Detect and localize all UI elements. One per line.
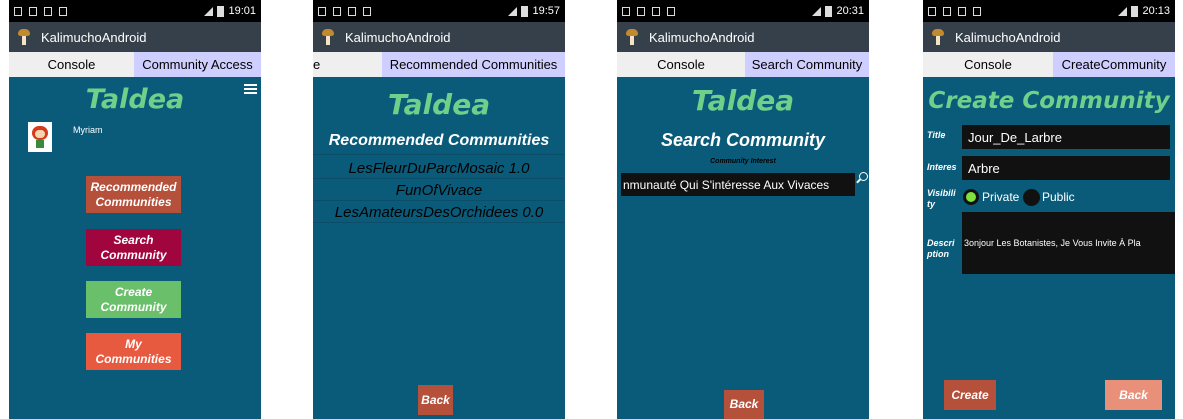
description-label: Descri ption	[927, 238, 955, 259]
tab-console[interactable]: Console	[923, 52, 1053, 77]
tab-create-community[interactable]: CreateCommunity	[1053, 52, 1175, 77]
tab-bar: Console CreateCommunity	[923, 52, 1175, 77]
app-icon	[929, 28, 947, 46]
usb-icon	[622, 6, 630, 16]
screen-search-community: 20:31 KalimuchoAndroid Console Search Co…	[617, 0, 869, 419]
app-icon	[623, 28, 641, 46]
app-title: KalimuchoAndroid	[649, 29, 755, 45]
app-title: KalimuchoAndroid	[41, 29, 147, 45]
create-button[interactable]: Create	[944, 380, 996, 410]
notification-icon	[943, 6, 951, 16]
tab-bar: Console Search Community	[617, 52, 869, 77]
description-input[interactable]: 3onjour Les Botanistes, Je Vous Invite À…	[962, 212, 1175, 274]
signal-icon	[204, 6, 214, 16]
app-icon	[15, 28, 33, 46]
back-button[interactable]: Back	[1105, 380, 1162, 410]
screen-community-access: 19:01 KalimuchoAndroid Console Community…	[9, 0, 261, 419]
app-icon	[319, 28, 337, 46]
tab-console[interactable]: e	[313, 52, 382, 77]
tab-search-community[interactable]: Search Community	[745, 52, 869, 77]
list-item[interactable]: LesAmateursDesOrchidees 0.0	[313, 204, 565, 221]
private-label: Private	[982, 190, 1020, 204]
recommended-communities-button[interactable]: Recommended Communities	[86, 176, 181, 213]
interest-label: Community Interest	[710, 158, 776, 165]
notification-icon	[333, 6, 341, 16]
signal-icon	[812, 6, 822, 16]
battery-icon	[825, 5, 833, 17]
status-bar: 20:13	[923, 0, 1175, 22]
menu-icon[interactable]	[244, 84, 257, 94]
tab-console[interactable]: Console	[617, 52, 745, 77]
list-item[interactable]: FunOfVivace	[313, 182, 565, 199]
notification-icon	[973, 6, 981, 16]
create-community-button[interactable]: Create Community	[86, 281, 181, 318]
notification-icon	[363, 6, 371, 16]
signal-icon	[508, 6, 518, 16]
screen-recommended-communities: 19:57 KalimuchoAndroid e Recommended Com…	[313, 0, 565, 419]
visibility-label: Visibili ty	[927, 188, 956, 209]
page-heading: Recommended Communities	[328, 132, 550, 149]
page-heading: Create Community	[928, 88, 1170, 114]
logo-text: Taldea	[691, 84, 795, 117]
title-input[interactable]: Jour_De_Larbre	[962, 125, 1170, 149]
battery-icon	[521, 5, 529, 17]
signal-icon	[1118, 6, 1128, 16]
public-label: Public	[1042, 190, 1075, 204]
status-time: 19:01	[228, 5, 256, 17]
usb-icon	[14, 6, 22, 16]
screen-create-community: 20:13 KalimuchoAndroid Console CreateCom…	[923, 0, 1175, 419]
interest-input[interactable]: Arbre	[962, 156, 1170, 180]
app-bar: KalimuchoAndroid	[617, 22, 869, 52]
notification-icon	[44, 6, 52, 16]
battery-icon	[217, 5, 225, 17]
notification-icon	[652, 6, 660, 16]
notification-icon	[637, 6, 645, 16]
tab-community-access[interactable]: Community Access	[134, 52, 261, 77]
avatar	[28, 122, 52, 152]
app-bar: KalimuchoAndroid	[923, 22, 1175, 52]
interest-label: Interes	[927, 162, 957, 172]
app-bar: KalimuchoAndroid	[313, 22, 565, 52]
status-time: 20:31	[836, 5, 864, 17]
tab-recommended-communities[interactable]: Recommended Communities	[382, 52, 565, 77]
status-bar: 20:31	[617, 0, 869, 22]
search-icon[interactable]	[856, 172, 868, 184]
app-title: KalimuchoAndroid	[345, 29, 451, 45]
public-radio[interactable]	[1023, 189, 1040, 206]
status-time: 19:57	[532, 5, 560, 17]
app-title: KalimuchoAndroid	[955, 29, 1061, 45]
page-heading: Search Community	[660, 130, 826, 150]
tab-bar: Console Community Access	[9, 52, 261, 77]
title-label: Title	[927, 130, 946, 140]
notification-icon	[958, 6, 966, 16]
user-name: Myriam	[73, 125, 103, 135]
notification-icon	[59, 6, 67, 16]
notification-icon	[667, 6, 675, 16]
tab-bar: e Recommended Communities	[313, 52, 565, 77]
app-bar: KalimuchoAndroid	[9, 22, 261, 52]
notification-icon	[29, 6, 37, 16]
tab-console[interactable]: Console	[9, 52, 134, 77]
logo-text: Taldea	[387, 88, 491, 121]
usb-icon	[928, 6, 936, 16]
battery-icon	[1131, 5, 1139, 17]
my-communities-button[interactable]: My Communities	[86, 333, 181, 370]
private-radio[interactable]	[963, 189, 979, 205]
back-button[interactable]: Back	[724, 390, 764, 419]
notification-icon	[348, 6, 356, 16]
list-item[interactable]: LesFleurDuParcMosaic 1.0	[313, 160, 565, 177]
status-bar: 19:01	[9, 0, 261, 22]
status-bar: 19:57	[313, 0, 565, 22]
logo-text: Taldea	[85, 84, 185, 115]
interest-search-input[interactable]: nmunauté Qui S'intéresse Aux Vivaces	[621, 173, 855, 196]
search-community-button[interactable]: Search Community	[86, 229, 181, 266]
status-time: 20:13	[1142, 5, 1170, 17]
usb-icon	[318, 6, 326, 16]
back-button[interactable]: Back	[418, 385, 453, 415]
